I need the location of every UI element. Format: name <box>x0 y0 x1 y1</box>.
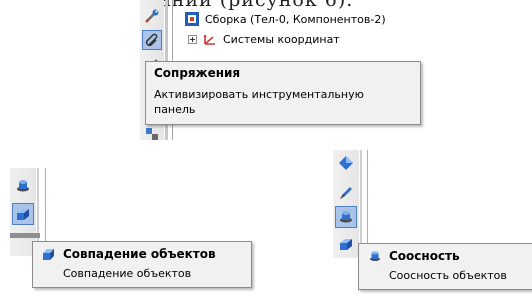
cylinder-icon <box>370 251 380 261</box>
coordinate-system-icon <box>203 34 215 45</box>
mates-tooltip: Сопряжения Активизировать инструментальн… <box>145 61 421 125</box>
concentric-button[interactable] <box>335 206 357 228</box>
pen-button[interactable] <box>336 183 356 203</box>
mates-button[interactable] <box>142 30 162 50</box>
tree-item-label: Сборка (Тел-0, Компонентов-2) <box>205 12 386 26</box>
tree-item-assembly[interactable]: Сборка (Тел-0, Компонентов-2) <box>184 10 386 28</box>
pen-icon <box>340 187 352 199</box>
cube-icon <box>340 239 352 250</box>
assembly-icon <box>185 12 199 26</box>
cylinder-button[interactable] <box>13 176 33 196</box>
tooltip-description: Активизировать инструментальную панель <box>154 88 364 116</box>
cube-icon <box>43 249 54 260</box>
toolbar-divider <box>360 150 362 258</box>
cube-icon <box>17 209 29 220</box>
cylinder-icon <box>340 211 352 223</box>
toolbar-handle <box>10 233 40 238</box>
toolbar-divider <box>367 150 368 258</box>
assembly-icon <box>146 128 158 140</box>
coincidence-tooltip: Совпадение объектов Совпадение объектов <box>32 241 252 288</box>
tooltip-description: Соосность объектов <box>389 269 507 282</box>
coincidence-button[interactable] <box>12 203 34 225</box>
expand-icon[interactable] <box>188 34 197 44</box>
concentric-tooltip: Соосность Соосность объектов <box>358 243 532 290</box>
cylinder-icon <box>17 180 29 192</box>
tooltip-header: Соосность <box>367 248 529 264</box>
tooltip-title: Совпадение объектов <box>63 247 216 261</box>
tooltip-title: Сопряжения <box>154 66 241 80</box>
paperclip-icon <box>145 33 158 47</box>
tooltip-title: Соосность <box>389 249 460 263</box>
angle-button[interactable] <box>336 153 356 173</box>
cube-button[interactable] <box>336 234 356 254</box>
diamond-icon <box>339 156 353 170</box>
tree-item-coordinate-systems[interactable]: Системы координат <box>188 30 340 48</box>
toolbar-divider <box>45 168 46 248</box>
tooltip-header: Совпадение объектов <box>41 246 243 262</box>
assembly-button[interactable] <box>142 124 162 144</box>
wrench-button[interactable] <box>142 6 162 26</box>
model-tree: Сборка (Тел-0, Компонентов-2) Системы ко… <box>176 8 532 68</box>
tree-item-label: Системы координат <box>223 32 340 46</box>
wrench-icon <box>145 9 159 23</box>
tooltip-description: Совпадение объектов <box>63 267 192 280</box>
